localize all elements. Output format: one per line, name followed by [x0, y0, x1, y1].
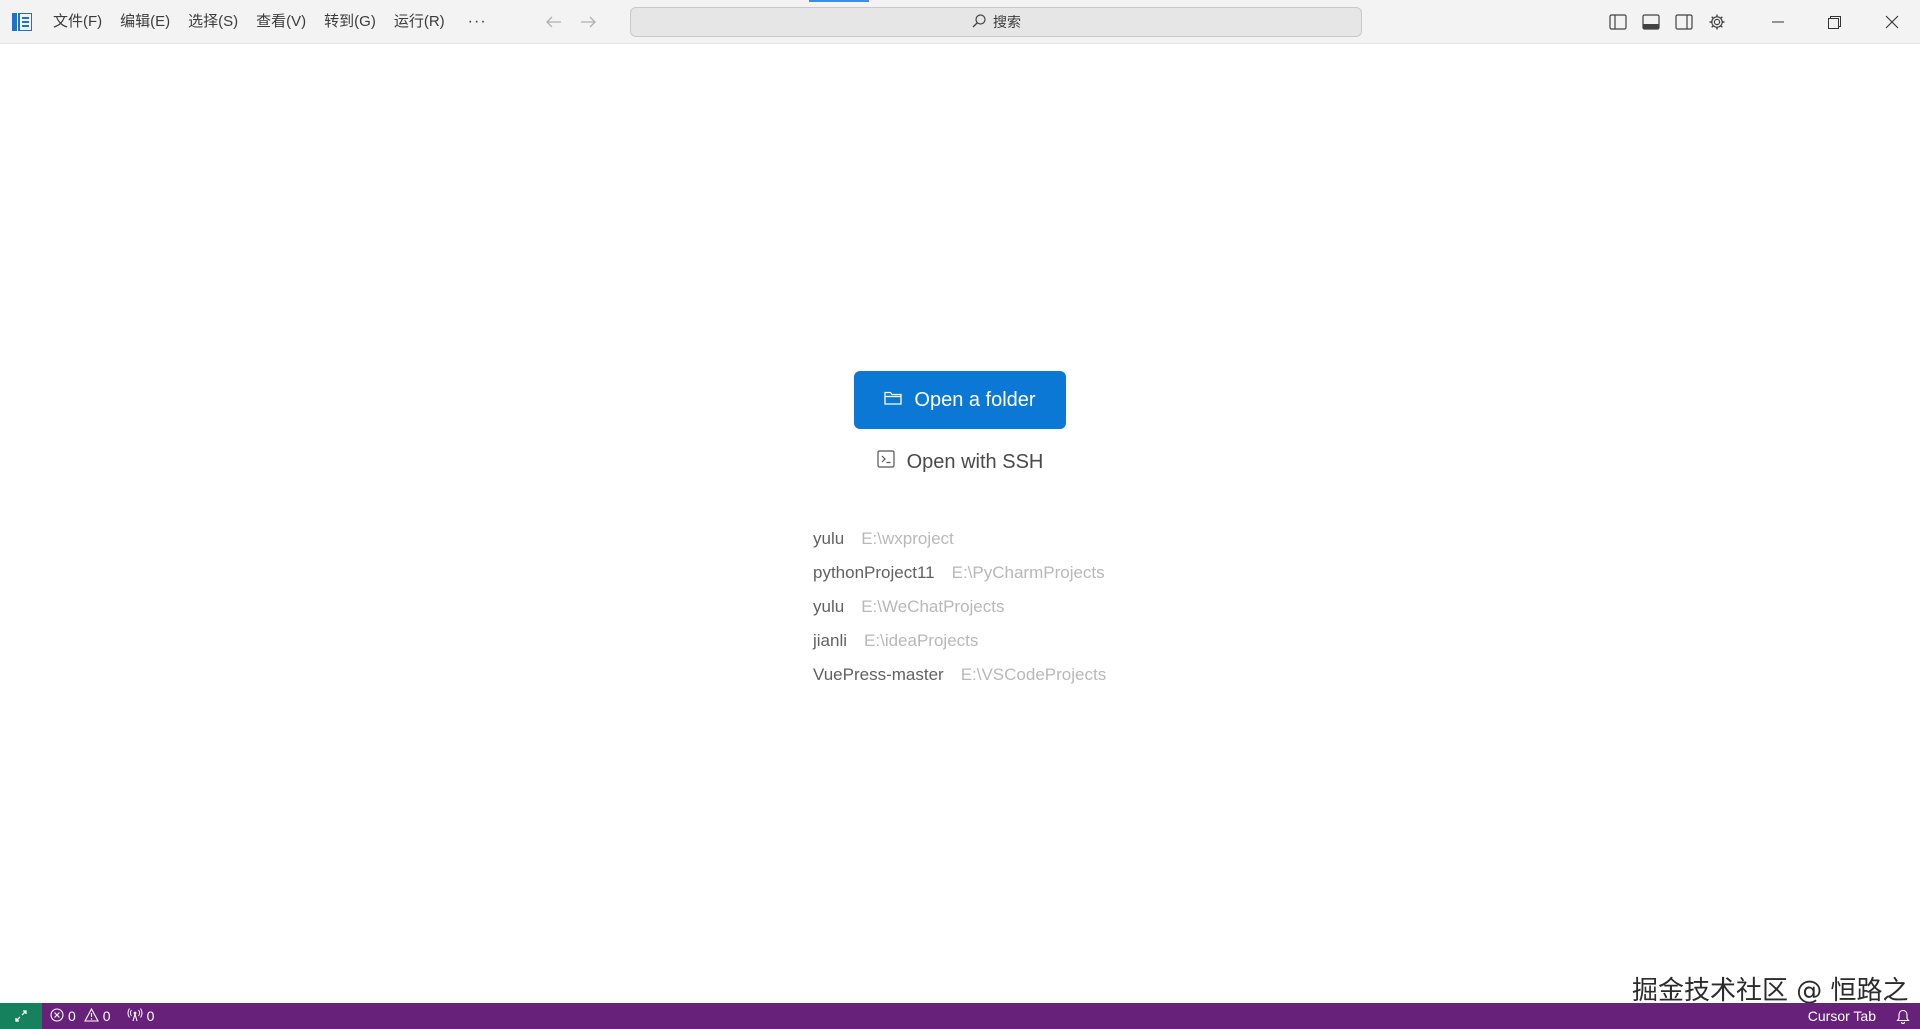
welcome-area: Open a folder Open with SSH yulu E:\wxpr… — [0, 44, 1920, 1006]
problems-indicator[interactable]: 0 0 — [42, 1003, 119, 1029]
menu-run[interactable]: 运行(R) — [385, 7, 454, 37]
cursor-tab-status[interactable]: Cursor Tab — [1798, 1008, 1886, 1024]
recent-project-path: E:\PyCharmProjects — [951, 563, 1105, 582]
settings-gear-icon[interactable] — [1700, 0, 1733, 44]
close-icon[interactable] — [1863, 0, 1920, 44]
recent-project-path: E:\VSCodeProjects — [960, 665, 1107, 684]
title-bar: 文件(F) 编辑(E) 选择(S) 查看(V) 转到(G) 运行(R) ··· … — [0, 0, 1920, 44]
menu-more-button[interactable]: ··· — [454, 7, 501, 37]
warning-icon — [83, 1007, 99, 1025]
open-ssh-label: Open with SSH — [906, 450, 1044, 473]
watermark-text: 掘金技术社区 @ 恒路之 — [1632, 976, 1909, 1006]
recent-project-path: E:\ideaProjects — [864, 631, 979, 650]
recent-project-item[interactable]: VuePress-master E:\VSCodeProjects — [813, 658, 1213, 692]
recent-project-name: yulu — [813, 529, 845, 548]
status-bar: 0 0 0 Cursor Tab — [0, 1003, 1920, 1029]
menu-file[interactable]: 文件(F) — [44, 7, 111, 37]
open-ssh-button[interactable]: Open with SSH — [860, 444, 1060, 480]
search-label: 搜索 — [993, 14, 1021, 30]
recent-project-item[interactable]: jianli E:\ideaProjects — [813, 624, 1213, 658]
status-bar-right: Cursor Tab — [1798, 1003, 1920, 1029]
warning-count: 0 — [102, 1008, 111, 1024]
search-icon — [971, 13, 987, 32]
recent-project-path: E:\WeChatProjects — [861, 597, 1005, 616]
recent-project-item[interactable]: yulu E:\WeChatProjects — [813, 590, 1213, 624]
ports-indicator[interactable]: 0 — [119, 1003, 163, 1029]
notifications-bell-icon[interactable] — [1886, 1003, 1920, 1029]
terminal-icon — [877, 450, 895, 474]
toggle-secondary-sidebar-icon[interactable] — [1667, 0, 1700, 44]
toggle-panel-icon[interactable] — [1634, 0, 1667, 44]
toggle-primary-sidebar-icon[interactable] — [1601, 0, 1634, 44]
menu-view[interactable]: 查看(V) — [247, 7, 315, 37]
recent-project-name: pythonProject11 — [813, 563, 935, 582]
app-logo-icon[interactable] — [0, 0, 44, 44]
error-count: 0 — [68, 1008, 76, 1024]
active-indicator — [809, 0, 869, 2]
broadcast-icon — [127, 1007, 143, 1025]
recent-project-path: E:\wxproject — [861, 529, 954, 548]
menu-selection[interactable]: 选择(S) — [179, 7, 247, 37]
back-arrow-icon[interactable] — [543, 11, 565, 33]
menu-bar: 文件(F) 编辑(E) 选择(S) 查看(V) 转到(G) 运行(R) ··· — [44, 0, 501, 44]
recent-project-name: jianli — [813, 631, 848, 650]
open-folder-button[interactable]: Open a folder — [854, 371, 1066, 429]
forward-arrow-icon[interactable] — [577, 11, 599, 33]
title-bar-controls — [1601, 0, 1920, 44]
ports-count: 0 — [146, 1008, 155, 1024]
menu-go[interactable]: 转到(G) — [315, 7, 385, 37]
error-icon — [50, 1007, 64, 1025]
remote-connection-icon[interactable] — [0, 1003, 42, 1029]
open-folder-label: Open a folder — [914, 388, 1036, 411]
recent-project-item[interactable]: yulu E:\wxproject — [813, 522, 1213, 556]
recent-project-name: yulu — [813, 597, 845, 616]
folder-icon — [884, 389, 903, 412]
navigation-arrows — [543, 11, 599, 33]
recent-project-item[interactable]: pythonProject11 E:\PyCharmProjects — [813, 556, 1213, 590]
minimize-icon[interactable] — [1749, 0, 1806, 44]
command-search-box[interactable]: 搜索 — [630, 7, 1362, 37]
recent-project-name: VuePress-master — [813, 665, 944, 684]
recent-projects-list: yulu E:\wxproject pythonProject11 E:\PyC… — [813, 522, 1213, 692]
menu-edit[interactable]: 编辑(E) — [111, 7, 179, 37]
restore-icon[interactable] — [1806, 0, 1863, 44]
